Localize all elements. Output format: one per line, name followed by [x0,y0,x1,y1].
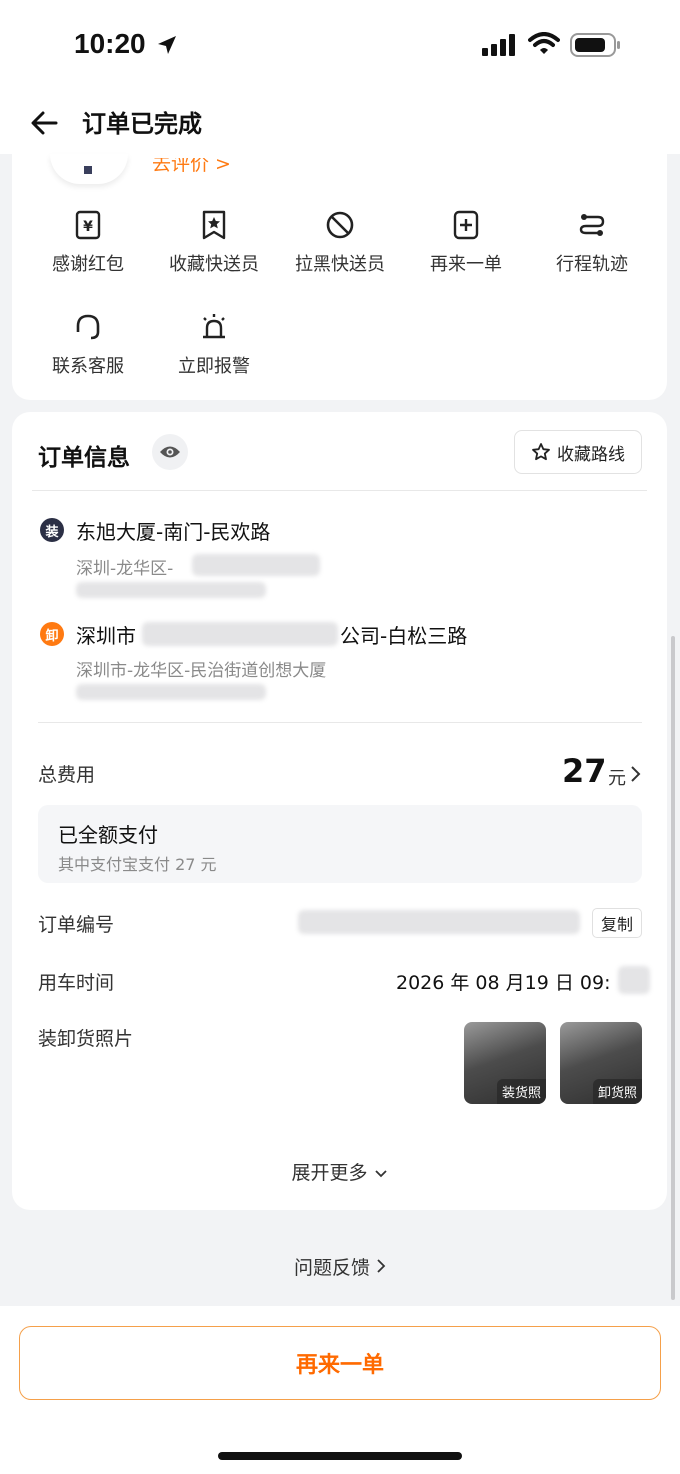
redacted-text [76,582,266,598]
signal-icon [482,34,515,56]
redacted-text [142,622,338,646]
chevron-right-icon [377,1259,386,1273]
photo-tag: 卸货照 [592,1079,642,1104]
copy-label: 复制 [600,915,633,934]
order-number-label: 订单编号 [38,914,115,936]
feedback-label: 问题反馈 [293,1257,370,1279]
pickup-badge: 装 [40,518,64,542]
avatar-badge [84,166,92,174]
dropoff-sub-address: 深圳市-龙华区-民治街道创想大厦 [76,661,327,681]
dropoff-address-suffix: 公司-白松三路 [340,624,468,648]
bottom-action-bar: 再来一单 [0,1306,680,1474]
loading-photo-thumbnail[interactable]: 装货照 [464,1022,546,1104]
photo-tag: 装货照 [496,1079,546,1104]
thank-red-packet-button[interactable]: ¥ 感谢红包 [28,210,148,276]
driver-actions-card: 去评价 > ¥ 感谢红包 收藏快送员 拉黑快送员 再来一单 行程轨迹 联系客服 … [12,154,667,400]
wifi-icon [528,32,560,54]
favorite-courier-button[interactable]: 收藏快送员 [154,210,274,276]
home-indicator [218,1452,462,1460]
action-label: 再来一单 [430,254,502,275]
action-label: 拉黑快送员 [295,254,385,275]
order-info-card: 订单信息 收藏路线 装 东旭大厦-南门-民欢路 深圳-龙华区- 卸 深圳市 公司… [12,412,667,1210]
nav-bar: 订单已完成 [0,92,680,154]
plus-square-icon [453,210,479,240]
pickup-sub-address: 深圳-龙华区- [76,559,174,579]
total-fee-unit: 元 [608,768,626,789]
section-title: 订单信息 [38,445,130,471]
block-icon [326,211,354,239]
payment-status-box: 已全额支付 其中支付宝支付 27 元 [38,805,642,883]
action-label: 感谢红包 [52,254,124,275]
route-icon [579,214,605,236]
chevron-down-icon [374,1170,387,1178]
alarm-icon [203,314,225,339]
bookmark-star-icon [202,210,226,240]
contact-support-button[interactable]: 联系客服 [28,312,148,378]
redacted-text [192,554,320,576]
scrollbar[interactable] [671,636,675,1300]
divider [38,722,642,723]
reorder-action-button[interactable]: 再来一单 [406,210,526,276]
photos-label: 装卸货照片 [38,1028,134,1050]
avatar [50,154,128,184]
action-label: 行程轨迹 [556,254,628,275]
unloading-photo-thumbnail[interactable]: 卸货照 [560,1022,642,1104]
status-bar: 10:20 [0,0,680,92]
dropoff-badge: 卸 [40,622,64,646]
battery-icon [570,33,620,57]
reorder-label: 再来一单 [295,1353,384,1378]
star-icon [532,443,550,461]
eye-icon [160,446,180,458]
divider [32,490,647,491]
payment-status: 已全额支付 [58,823,158,847]
svg-text:¥: ¥ [83,219,93,235]
total-fee-label: 总费用 [38,764,96,786]
expand-more-button[interactable]: 展开更多 [12,1158,667,1185]
block-courier-button[interactable]: 拉黑快送员 [280,210,400,276]
action-label: 立即报警 [178,356,250,377]
ride-time-label: 用车时间 [38,972,115,994]
status-time: 10:20 [74,28,146,59]
favorite-route-label: 收藏路线 [557,444,625,465]
redacted-order-number [298,910,580,934]
action-label: 收藏快送员 [169,254,259,275]
location-arrow-icon [158,36,176,54]
toggle-visibility-button[interactable] [152,434,188,470]
review-link[interactable]: 去评价 > [152,158,231,172]
headset-icon [76,314,100,340]
favorite-route-button[interactable]: 收藏路线 [514,430,642,474]
ride-time-value: 2026 年 08 月19 日 09: [396,972,611,994]
route-track-button[interactable]: 行程轨迹 [532,210,652,276]
page-title: 订单已完成 [82,110,202,138]
feedback-link[interactable]: 问题反馈 [0,1253,680,1280]
chevron-right-icon[interactable] [630,764,642,784]
call-police-button[interactable]: 立即报警 [154,312,274,378]
action-label: 联系客服 [52,356,124,377]
dropoff-address-prefix: 深圳市 [76,624,136,648]
reorder-button[interactable]: 再来一单 [19,1326,661,1400]
back-arrow-icon[interactable] [28,106,62,140]
red-packet-icon: ¥ [75,210,101,240]
expand-more-label: 展开更多 [291,1162,368,1184]
total-fee-amount[interactable]: 27 [562,752,607,790]
pickup-address: 东旭大厦-南门-民欢路 [76,520,271,544]
copy-button[interactable]: 复制 [592,908,642,938]
payment-detail: 其中支付宝支付 27 元 [58,855,217,874]
redacted-text [76,684,266,700]
redacted-text [618,966,650,994]
